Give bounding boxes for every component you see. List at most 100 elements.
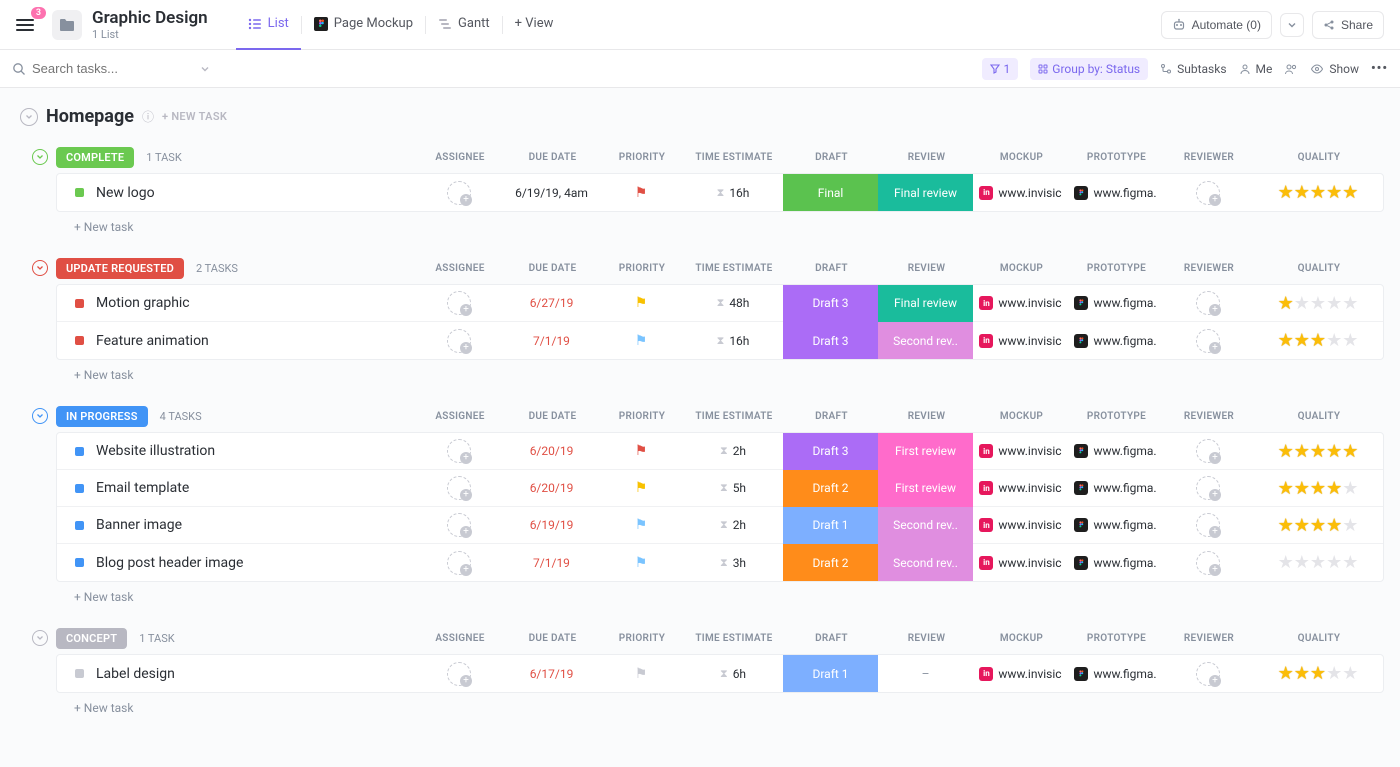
filter-pill[interactable]: 1 xyxy=(982,58,1019,80)
star-icon[interactable]: ★ xyxy=(1310,330,1326,351)
star-icon[interactable]: ★ xyxy=(1342,663,1358,684)
star-icon[interactable]: ★ xyxy=(1310,182,1326,203)
task-due-cell[interactable]: 7/1/19 xyxy=(504,556,599,570)
reviewer-placeholder-icon[interactable] xyxy=(1196,476,1220,500)
star-icon[interactable]: ★ xyxy=(1278,515,1294,536)
task-time-cell[interactable]: ⧗16h xyxy=(683,186,783,200)
col-header-draft[interactable]: DRAFT xyxy=(784,152,879,163)
star-icon[interactable]: ★ xyxy=(1310,515,1326,536)
task-quality-cell[interactable]: ★★★★★ xyxy=(1253,330,1383,351)
task-time-cell[interactable]: ⧗5h xyxy=(683,481,783,495)
assignee-placeholder-icon[interactable] xyxy=(447,291,471,315)
task-assignee-cell[interactable] xyxy=(414,439,504,463)
task-name-cell[interactable]: Blog post header image xyxy=(57,555,414,571)
task-priority-cell[interactable]: ⚑ xyxy=(599,443,683,459)
automate-button[interactable]: Automate (0) xyxy=(1161,11,1272,39)
new-task-button[interactable]: + NEW TASK xyxy=(162,110,227,123)
star-icon[interactable]: ★ xyxy=(1326,478,1342,499)
task-priority-cell[interactable]: ⚑ xyxy=(599,517,683,533)
task-time-cell[interactable]: ⧗2h xyxy=(683,518,783,532)
star-icon[interactable]: ★ xyxy=(1342,182,1358,203)
star-icon[interactable]: ★ xyxy=(1278,330,1294,351)
task-time-cell[interactable]: ⧗3h xyxy=(683,556,783,570)
col-header-quality[interactable]: QUALITY xyxy=(1254,152,1384,163)
col-header-due[interactable]: DUE DATE xyxy=(505,263,600,274)
star-icon[interactable]: ★ xyxy=(1326,552,1342,573)
col-header-quality[interactable]: QUALITY xyxy=(1254,411,1384,422)
collapse-group-button[interactable] xyxy=(32,630,48,646)
task-draft-cell[interactable]: Final xyxy=(783,174,878,211)
show-button[interactable]: Show xyxy=(1310,62,1359,76)
task-row[interactable]: Label design 6/17/19 ⚑ ⧗6h Draft 1– inww… xyxy=(57,655,1383,692)
col-header-review[interactable]: REVIEW xyxy=(879,263,974,274)
task-prototype-cell[interactable]: www.figma. xyxy=(1068,667,1163,681)
task-review-cell[interactable]: First review xyxy=(878,433,973,470)
status-tag[interactable]: CONCEPT xyxy=(56,628,127,649)
assignee-placeholder-icon[interactable] xyxy=(447,439,471,463)
star-icon[interactable]: ★ xyxy=(1326,441,1342,462)
task-draft-cell[interactable]: Draft 2 xyxy=(783,470,878,507)
assignee-placeholder-icon[interactable] xyxy=(447,181,471,205)
collapse-group-button[interactable] xyxy=(32,408,48,424)
col-header-reviewer[interactable]: REVIEWER xyxy=(1164,633,1254,644)
task-reviewer-cell[interactable] xyxy=(1163,476,1253,500)
col-header-reviewer[interactable]: REVIEWER xyxy=(1164,263,1254,274)
task-reviewer-cell[interactable] xyxy=(1163,513,1253,537)
status-tag[interactable]: IN PROGRESS xyxy=(56,406,148,427)
task-quality-cell[interactable]: ★★★★★ xyxy=(1253,293,1383,314)
me-button[interactable]: Me xyxy=(1239,62,1273,76)
task-time-cell[interactable]: ⧗48h xyxy=(683,296,783,310)
assignee-placeholder-icon[interactable] xyxy=(447,662,471,686)
col-header-prototype[interactable]: PROTOTYPE xyxy=(1069,633,1164,644)
group-by-pill[interactable]: Group by: Status xyxy=(1030,58,1148,80)
star-icon[interactable]: ★ xyxy=(1294,330,1310,351)
task-quality-cell[interactable]: ★★★★★ xyxy=(1253,182,1383,203)
task-quality-cell[interactable]: ★★★★★ xyxy=(1253,515,1383,536)
task-due-cell[interactable]: 6/20/19 xyxy=(504,444,599,458)
star-icon[interactable]: ★ xyxy=(1326,182,1342,203)
col-header-time[interactable]: TIME ESTIMATE xyxy=(684,152,784,163)
star-icon[interactable]: ★ xyxy=(1278,552,1294,573)
new-task-row[interactable]: + New task xyxy=(16,693,1384,715)
task-row[interactable]: Email template 6/20/19 ⚑ ⧗5h Draft 2Firs… xyxy=(57,470,1383,507)
star-icon[interactable]: ★ xyxy=(1294,552,1310,573)
task-quality-cell[interactable]: ★★★★★ xyxy=(1253,441,1383,462)
col-header-reviewer[interactable]: REVIEWER xyxy=(1164,152,1254,163)
star-icon[interactable]: ★ xyxy=(1342,515,1358,536)
task-assignee-cell[interactable] xyxy=(414,476,504,500)
view-tab-page-mockup[interactable]: Page Mockup xyxy=(302,0,425,50)
task-priority-cell[interactable]: ⚑ xyxy=(599,555,683,571)
task-quality-cell[interactable]: ★★★★★ xyxy=(1253,478,1383,499)
task-review-cell[interactable]: Second rev.. xyxy=(878,322,973,359)
star-icon[interactable]: ★ xyxy=(1342,552,1358,573)
assignee-placeholder-icon[interactable] xyxy=(447,476,471,500)
assignee-placeholder-icon[interactable] xyxy=(447,551,471,575)
star-icon[interactable]: ★ xyxy=(1342,478,1358,499)
task-quality-cell[interactable]: ★★★★★ xyxy=(1253,663,1383,684)
col-header-priority[interactable]: PRIORITY xyxy=(600,263,684,274)
star-icon[interactable]: ★ xyxy=(1294,441,1310,462)
task-mockup-cell[interactable]: inwww.invisic xyxy=(973,186,1068,200)
task-reviewer-cell[interactable] xyxy=(1163,181,1253,205)
task-prototype-cell[interactable]: www.figma. xyxy=(1068,334,1163,348)
star-icon[interactable]: ★ xyxy=(1278,663,1294,684)
star-icon[interactable]: ★ xyxy=(1326,293,1342,314)
col-header-mockup[interactable]: MOCKUP xyxy=(974,633,1069,644)
task-draft-cell[interactable]: Draft 2 xyxy=(783,544,878,581)
task-row[interactable]: Motion graphic 6/27/19 ⚑ ⧗48h Draft 3Fin… xyxy=(57,285,1383,322)
task-quality-cell[interactable]: ★★★★★ xyxy=(1253,552,1383,573)
new-task-row[interactable]: + New task xyxy=(16,360,1384,382)
task-reviewer-cell[interactable] xyxy=(1163,329,1253,353)
col-header-review[interactable]: REVIEW xyxy=(879,633,974,644)
task-row[interactable]: Banner image 6/19/19 ⚑ ⧗2h Draft 1Second… xyxy=(57,507,1383,544)
task-due-cell[interactable]: 6/27/19 xyxy=(504,296,599,310)
task-row[interactable]: Blog post header image 7/1/19 ⚑ ⧗3h Draf… xyxy=(57,544,1383,581)
menu-button[interactable]: 3 xyxy=(16,13,40,37)
col-header-quality[interactable]: QUALITY xyxy=(1254,263,1384,274)
collapse-group-button[interactable] xyxy=(32,149,48,165)
assignee-placeholder-icon[interactable] xyxy=(447,513,471,537)
star-icon[interactable]: ★ xyxy=(1310,441,1326,462)
view-tab-list[interactable]: List xyxy=(236,0,301,50)
task-prototype-cell[interactable]: www.figma. xyxy=(1068,186,1163,200)
new-task-row[interactable]: + New task xyxy=(16,582,1384,604)
